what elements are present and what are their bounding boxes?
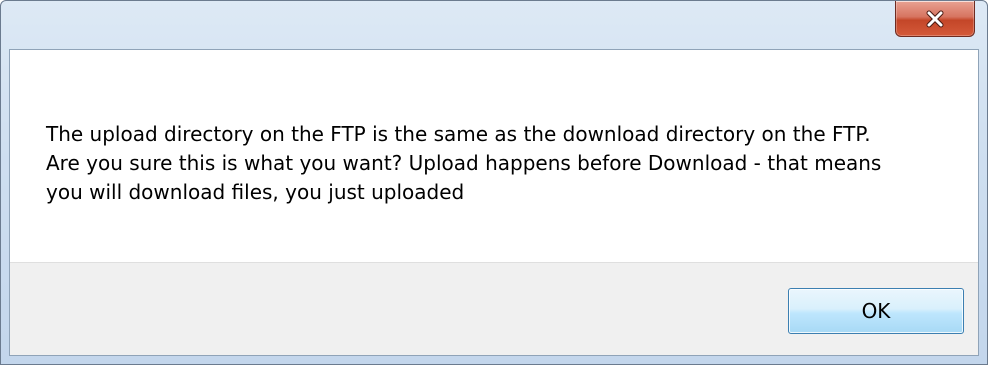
ok-button[interactable]: OK [788, 288, 964, 334]
message-dialog: The upload directory on the FTP is the s… [0, 0, 988, 365]
dialog-content: The upload directory on the FTP is the s… [9, 49, 979, 356]
title-bar[interactable] [1, 1, 987, 49]
close-button[interactable] [895, 1, 975, 37]
message-area: The upload directory on the FTP is the s… [10, 50, 978, 262]
close-icon [925, 10, 945, 28]
message-text: The upload directory on the FTP is the s… [46, 122, 882, 204]
button-bar: OK [10, 262, 978, 355]
